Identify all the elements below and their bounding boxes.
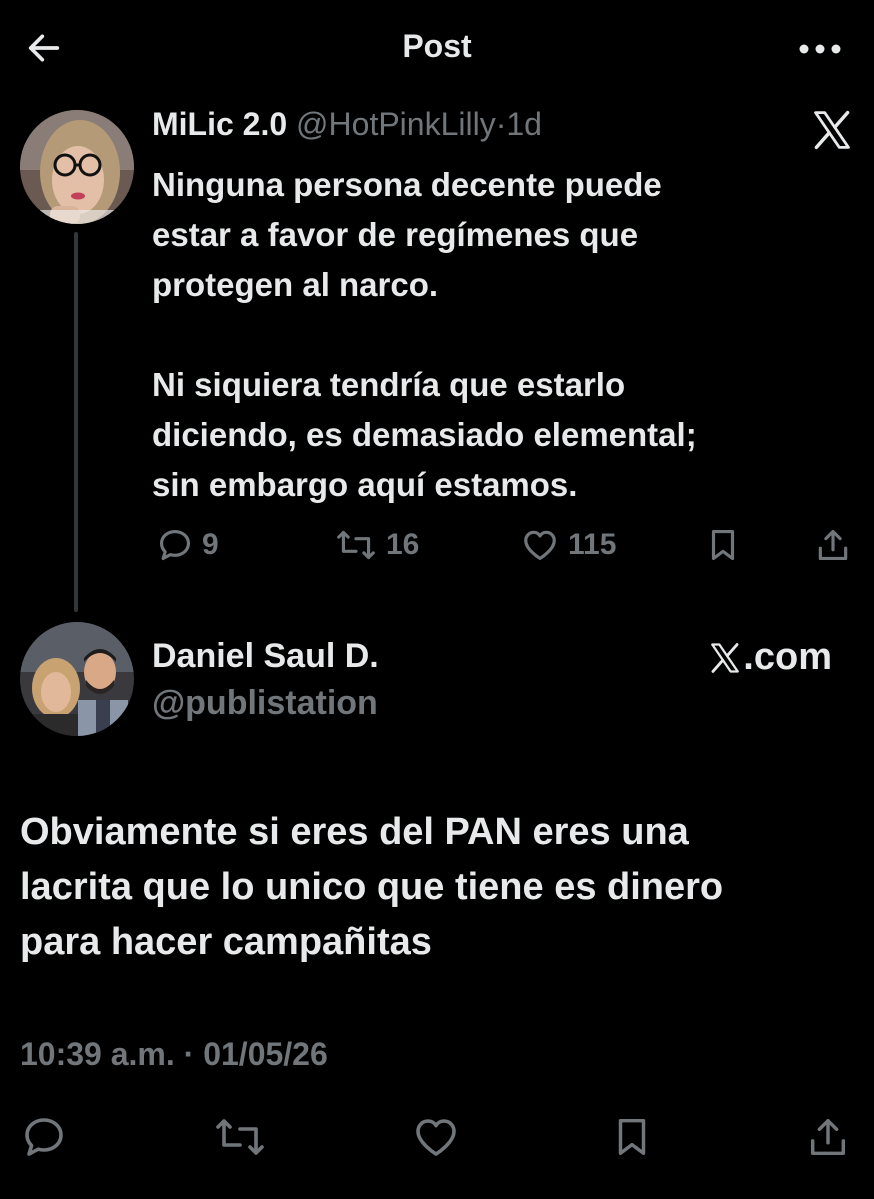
reply-icon (25, 1118, 63, 1156)
post-date: 01/05/26 (203, 1036, 328, 1072)
share-button[interactable] (800, 1109, 856, 1165)
author-handle[interactable]: @HotPinkLilly (296, 106, 496, 142)
repost-icon (337, 530, 375, 560)
post-age: 1d (506, 106, 542, 142)
heart-icon (524, 530, 556, 561)
quoted-post-text: Ninguna persona decente puede estar a fa… (152, 166, 697, 503)
author-name[interactable]: MiLic 2.0 (152, 106, 287, 142)
more-options-button[interactable] (792, 26, 848, 72)
heart-icon (416, 1119, 456, 1156)
post-timestamp: 10:39 a.m. · 01/05/26 (20, 1036, 328, 1073)
author-name[interactable]: Daniel Saul D. (152, 637, 379, 676)
bookmark-icon (711, 529, 735, 561)
like-button[interactable]: 115 (520, 522, 616, 568)
reply-button[interactable]: 9 (156, 522, 219, 568)
main-post-text: Obviamente si eres del PAN eres una lacr… (20, 811, 724, 963)
x-logo-icon (810, 108, 854, 152)
repost-button[interactable]: 16 (334, 522, 419, 568)
more-horizontal-icon (799, 44, 841, 54)
thread-connector-line (74, 232, 78, 612)
share-button[interactable] (814, 522, 852, 568)
bookmark-button[interactable] (704, 522, 742, 568)
top-bar: Post (0, 0, 874, 96)
author-handle[interactable]: @publistation (152, 684, 378, 723)
like-button[interactable] (408, 1109, 464, 1165)
reply-count: 9 (202, 528, 219, 561)
quoted-post-header: MiLic 2.0 @HotPinkLilly·1d (152, 106, 542, 143)
post-time: 10:39 a.m. (20, 1036, 175, 1072)
repost-count: 16 (386, 528, 420, 561)
page-title: Post (402, 28, 472, 64)
reply-button[interactable] (16, 1109, 72, 1165)
reply-icon (159, 529, 191, 561)
source-label: .com (743, 636, 832, 678)
header-separator: · (495, 106, 507, 142)
x-com-source[interactable]: .com (708, 636, 832, 679)
avatar-publistation[interactable] (20, 622, 134, 736)
bookmark-button[interactable] (604, 1109, 660, 1165)
x-logo-icon (711, 642, 740, 673)
bookmark-icon (618, 1118, 646, 1156)
main-post-actions (0, 1105, 874, 1169)
timestamp-separator: · (183, 1036, 195, 1072)
avatar-hotpinklilly[interactable] (20, 110, 134, 224)
post-actions: 9 16 115 (150, 522, 860, 568)
share-icon (818, 529, 848, 561)
repost-icon (216, 1119, 264, 1155)
repost-button[interactable] (212, 1109, 268, 1165)
share-icon (810, 1118, 846, 1156)
like-count: 115 (568, 528, 617, 561)
